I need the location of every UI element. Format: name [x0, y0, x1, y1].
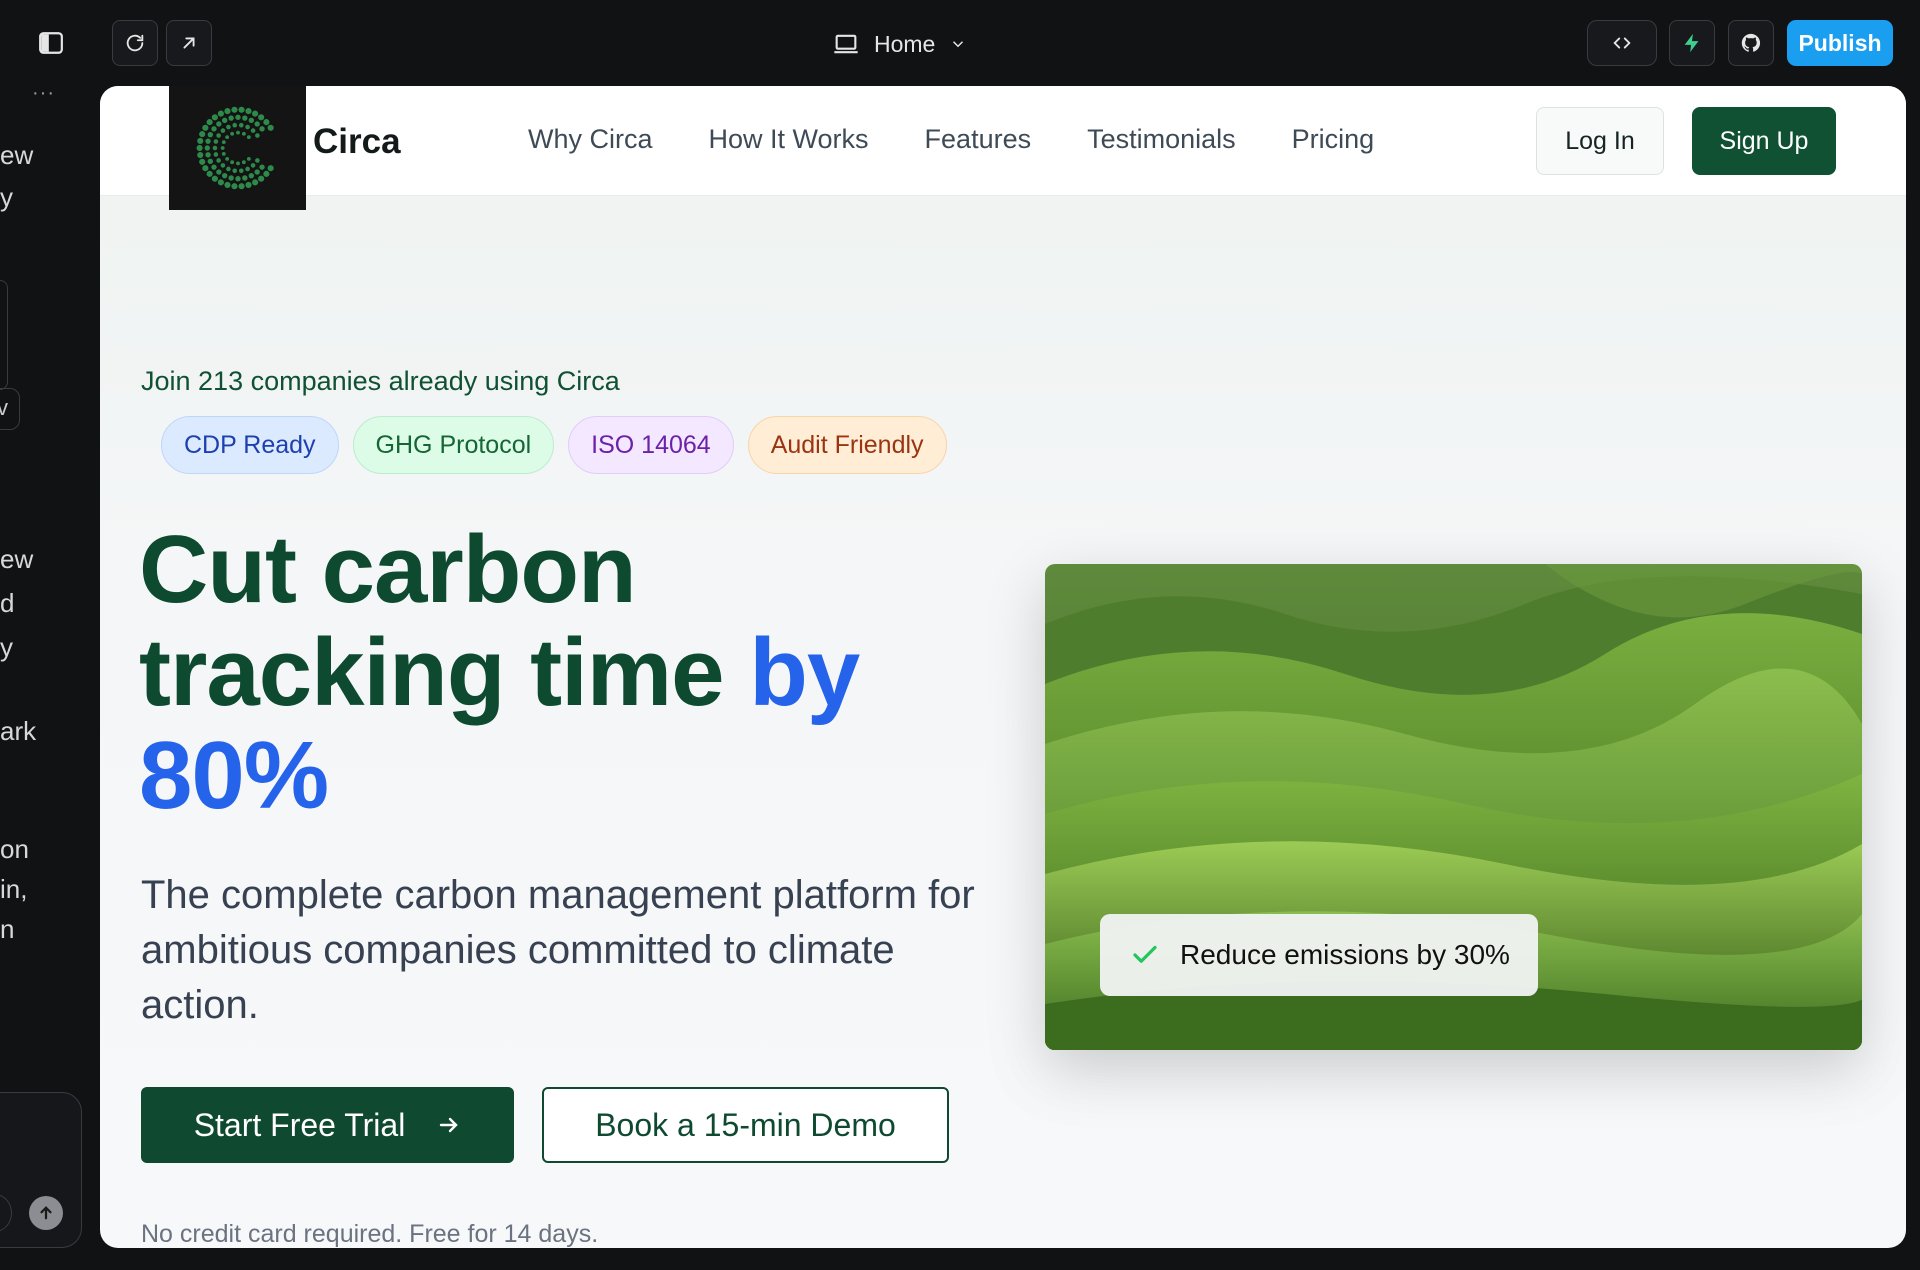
sidebar-text: on	[0, 834, 29, 864]
signup-button[interactable]: Sign Up	[1692, 107, 1836, 175]
hero-landscape-image: Reduce emissions by 30%	[1045, 564, 1862, 1050]
arrow-up-right-icon	[183, 37, 195, 49]
arrow-right-icon	[440, 1117, 458, 1133]
hero-subtitle: The complete carbon management platform …	[141, 873, 975, 1027]
emissions-toast: Reduce emissions by 30%	[1100, 914, 1538, 996]
open-external-button[interactable]	[166, 20, 212, 66]
arrow-up-icon	[40, 1206, 52, 1220]
toast-label: Reduce emissions by 30%	[1180, 939, 1510, 970]
sidebar-button[interactable]: v	[0, 388, 20, 430]
sidebar-text: d	[0, 588, 15, 618]
code-view-button[interactable]	[1587, 20, 1657, 66]
refresh-button[interactable]	[112, 20, 158, 66]
preview-frame: Circa Why Circa How It Works Features Te…	[100, 86, 1906, 1248]
sidebar-text: ew	[0, 544, 34, 574]
publish-button[interactable]: Publish	[1787, 20, 1893, 66]
sidebar-card	[0, 280, 8, 390]
nav-links: Why Circa How It Works Features Testimon…	[528, 124, 1374, 155]
sidebar-text: y	[0, 182, 13, 212]
headline-highlight-by: by	[749, 619, 860, 726]
code-icon	[1613, 37, 1631, 49]
headline-line-2: tracking time	[139, 619, 750, 726]
badge-cdp-ready: CDP Ready	[161, 416, 339, 474]
site-navbar: Circa Why Circa How It Works Features Te…	[100, 86, 1906, 210]
badge-iso-14064: ISO 14064	[568, 416, 734, 474]
sidebar-text: ew	[0, 140, 34, 170]
nav-link-testimonials[interactable]: Testimonials	[1087, 124, 1236, 155]
device-label: Home	[874, 30, 936, 57]
sidebar-toggle-icon[interactable]	[38, 30, 64, 56]
laptop-icon	[834, 34, 858, 54]
sidebar-text: y	[0, 632, 13, 662]
sidebar-text: in,	[0, 874, 28, 904]
send-button[interactable]	[29, 1196, 63, 1230]
nav-link-why-circa[interactable]: Why Circa	[528, 124, 653, 155]
start-free-trial-button[interactable]: Start Free Trial	[141, 1087, 514, 1163]
more-options-icon[interactable]: ···	[32, 82, 55, 105]
chevron-down-icon	[953, 41, 964, 48]
badge-audit-friendly: Audit Friendly	[747, 416, 947, 474]
nav-link-how-it-works[interactable]: How It Works	[709, 124, 869, 155]
nav-link-features[interactable]: Features	[925, 124, 1032, 155]
refresh-icon	[126, 34, 144, 52]
checkmark-icon	[1133, 945, 1157, 963]
editor-toolbar: Home Publish	[0, 0, 1920, 86]
headline-line-1: Cut carbon	[139, 516, 637, 623]
social-proof-text: Join 213 companies already using Circa	[141, 366, 620, 396]
hero-headline: Cut carbon tracking time by 80%	[139, 518, 939, 827]
circa-logo[interactable]	[169, 86, 306, 210]
book-demo-button[interactable]: Book a 15-min Demo	[542, 1087, 949, 1163]
circa-logo-icon	[196, 106, 274, 190]
supabase-button[interactable]	[1669, 20, 1715, 66]
headline-highlight-percent: 80%	[139, 722, 329, 829]
device-switcher[interactable]: Home	[832, 24, 967, 64]
github-icon	[1741, 33, 1761, 52]
sidebar-text: n	[0, 914, 15, 944]
sidebar-text: ark	[0, 716, 37, 746]
nav-link-pricing[interactable]: Pricing	[1292, 124, 1375, 155]
login-button[interactable]: Log In	[1536, 107, 1664, 175]
brand-name[interactable]: Circa	[313, 122, 401, 162]
start-free-trial-label: Start Free Trial	[193, 1106, 406, 1143]
trial-fineprint: No credit card required. Free for 14 day…	[141, 1220, 599, 1248]
badge-ghg-protocol: GHG Protocol	[352, 416, 555, 474]
lightning-icon	[1684, 33, 1699, 53]
compliance-badges: CDP Ready GHG Protocol ISO 14064 Audit F…	[161, 416, 947, 474]
github-button[interactable]	[1728, 20, 1774, 66]
